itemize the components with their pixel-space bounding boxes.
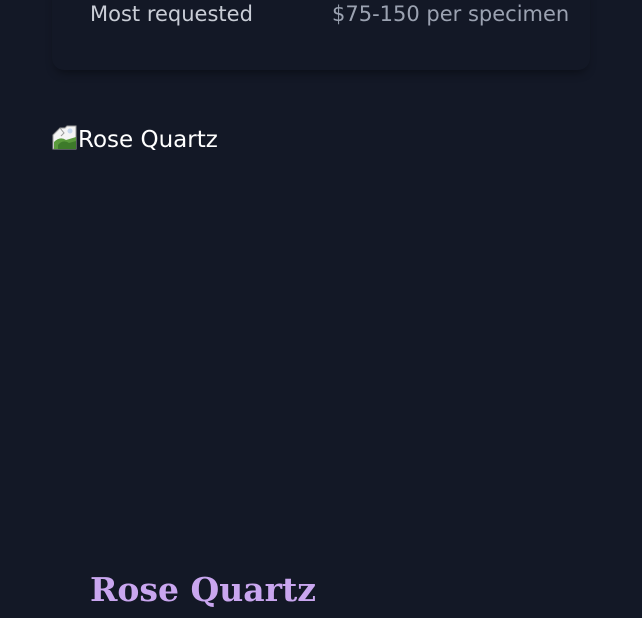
broken-image-icon	[52, 125, 77, 149]
page: Most requested $75-150 per specimen Rose…	[0, 0, 642, 618]
price-range: $75-150 per specimen	[332, 2, 570, 26]
image-alt-text: Rose Quartz	[78, 127, 218, 153]
crystal-title: Rose Quartz	[90, 570, 316, 609]
card-meta-row: Most requested $75-150 per specimen	[90, 0, 570, 34]
popularity-label: Most requested	[90, 2, 253, 26]
crystal-image[interactable]: Rose Quartz	[52, 122, 218, 158]
